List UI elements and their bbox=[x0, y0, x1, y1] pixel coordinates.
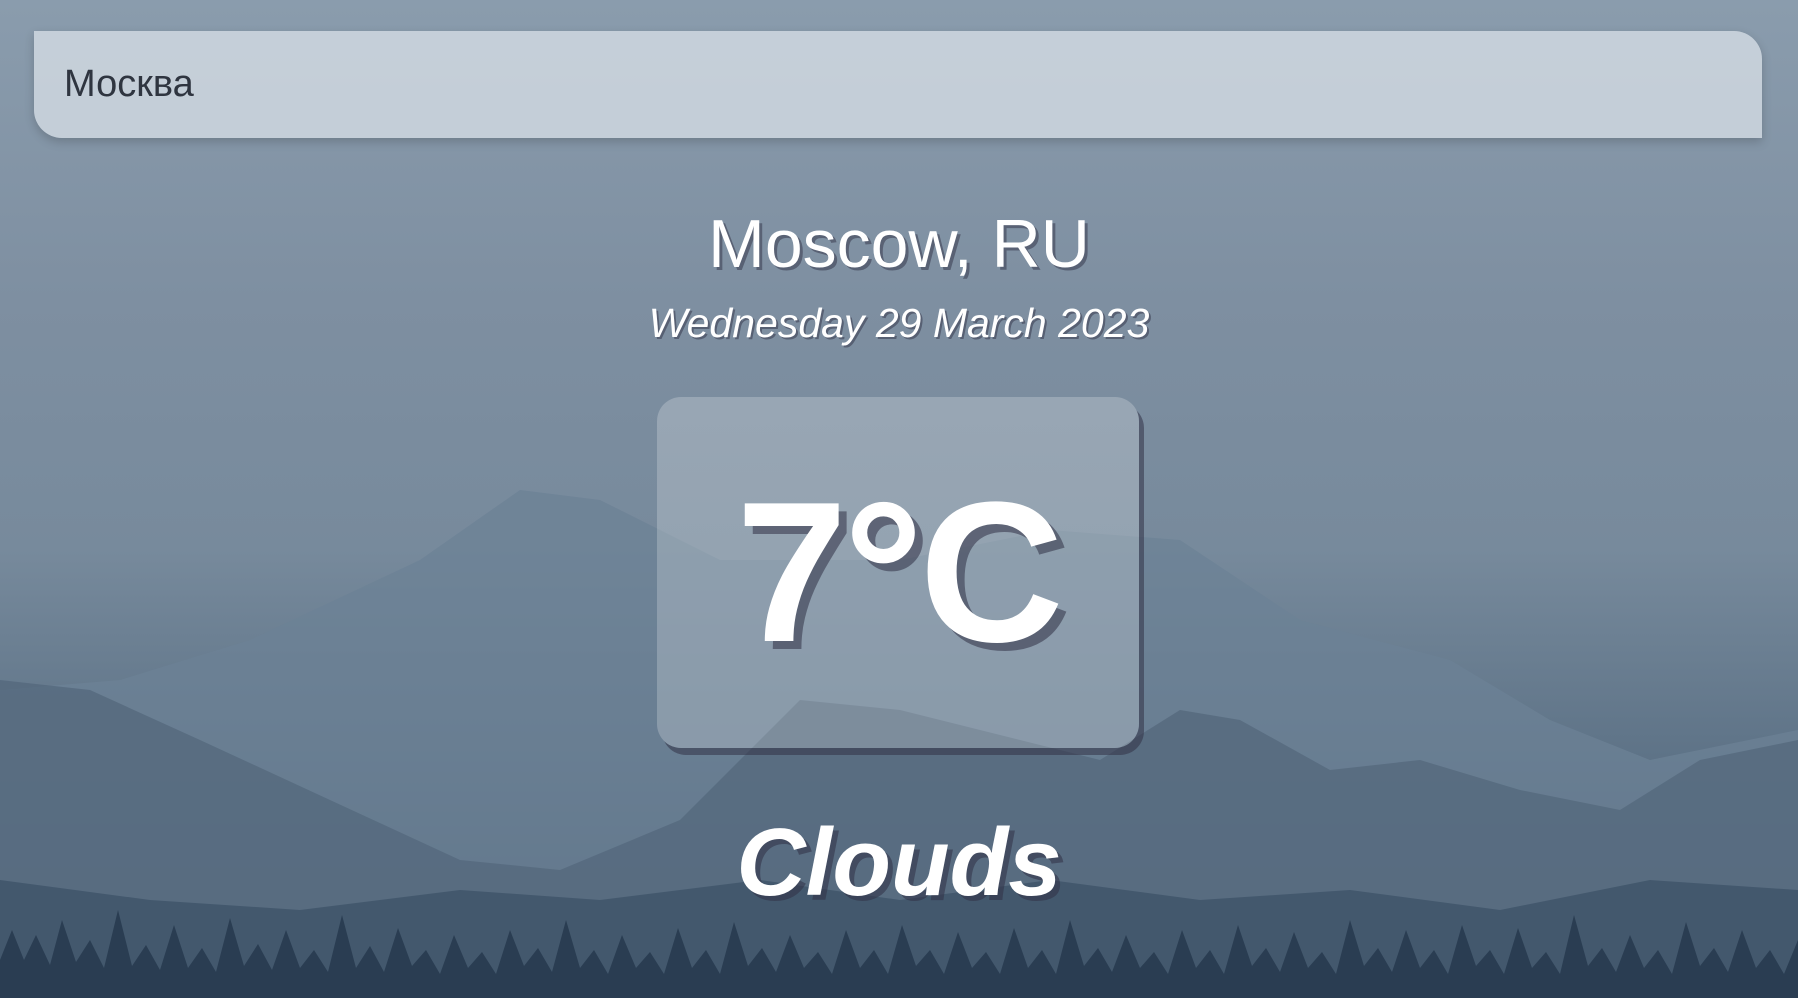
city-search-input[interactable] bbox=[34, 31, 1762, 138]
temperature-card: 7°C bbox=[657, 397, 1139, 748]
current-date: Wednesday 29 March 2023 bbox=[648, 300, 1150, 346]
search-bar bbox=[34, 31, 1762, 138]
weather-condition: Clouds bbox=[736, 809, 1062, 916]
city-name: Moscow, RU bbox=[708, 206, 1090, 282]
temperature-value: 7°C bbox=[736, 460, 1064, 684]
